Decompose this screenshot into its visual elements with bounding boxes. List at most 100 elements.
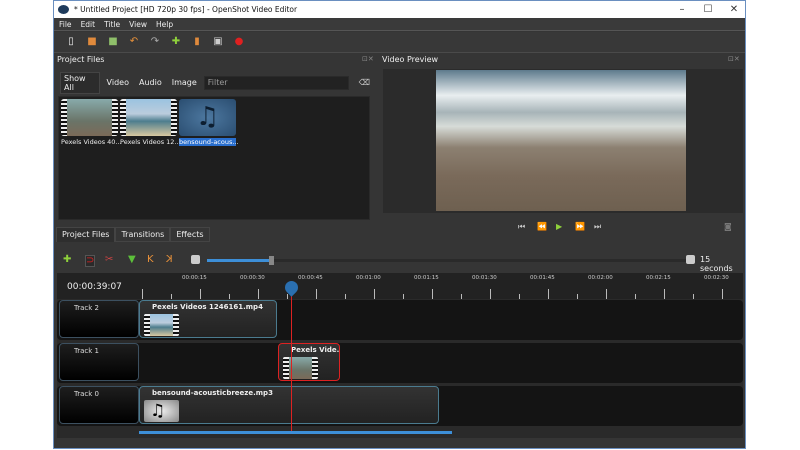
ruler-tick xyxy=(403,294,404,299)
film-strip-icon xyxy=(61,99,67,136)
rewind-icon[interactable]: ⏪ xyxy=(537,222,547,231)
window-title: * Untitled Project [HD 720p 30 fps] - Op… xyxy=(74,5,298,14)
filter-row: Show All Video Audio Image Filter ⌫ xyxy=(60,71,370,94)
fullscreen-icon[interactable]: ▣ xyxy=(213,37,223,47)
title-bar: * Untitled Project [HD 720p 30 fps] - Op… xyxy=(54,1,745,18)
track-label[interactable]: Track 2 xyxy=(59,300,139,338)
track-row: Track 2 Pexels Videos 1246161.mp4 xyxy=(57,300,743,340)
import-files-icon[interactable]: ✚ xyxy=(171,37,181,47)
ruler-label: 00:01:45 xyxy=(530,275,555,281)
menu-view[interactable]: View xyxy=(129,18,147,30)
timecode: 00:00:39:07 xyxy=(67,282,122,292)
open-project-icon[interactable]: ■ xyxy=(87,37,97,47)
zoom-slider-handle[interactable] xyxy=(269,256,275,265)
timeline-clip[interactable]: Pexels Vide... xyxy=(278,343,340,381)
add-marker-icon[interactable]: ▼ xyxy=(128,255,136,265)
timeline-clip[interactable]: bensound-acousticbreeze.mp3 ♫ xyxy=(139,386,439,424)
clip-name: Pexels Vide... xyxy=(291,346,340,354)
timeline-ruler[interactable]: 00:00:39:07 00:00:15 00:00:30 00:00:45 00:0… xyxy=(57,273,743,299)
ruler-tick xyxy=(287,294,288,299)
film-strip-icon xyxy=(171,99,177,136)
maximize-button[interactable]: ☐ xyxy=(696,1,720,18)
file-name: Pexels Videos 12... xyxy=(120,138,181,146)
undo-icon[interactable]: ↶ xyxy=(129,37,139,47)
music-note-icon: ♫ xyxy=(150,401,166,421)
jump-start-icon[interactable]: ⏮ xyxy=(518,222,525,232)
dock-close-icon[interactable]: ⊡✕ xyxy=(728,55,740,63)
file-item[interactable]: Pexels Videos 40... xyxy=(61,99,122,146)
video-thumbnail xyxy=(61,99,118,136)
track-row: Track 0 bensound-acousticbreeze.mp3 ♫ xyxy=(57,386,743,426)
menu-bar: File Edit Title View Help xyxy=(54,18,745,31)
ruler-tick xyxy=(258,289,259,299)
ruler-label: 00:01:30 xyxy=(472,275,497,281)
ruler-tick xyxy=(548,289,549,299)
razor-icon[interactable]: ✂ xyxy=(105,255,113,265)
ruler-label: 00:01:15 xyxy=(414,275,439,281)
fast-forward-icon[interactable]: ⏩ xyxy=(575,222,585,231)
dock-close-icon[interactable]: ⊡✕ xyxy=(362,55,374,63)
ruler-label: 00:02:00 xyxy=(588,275,613,281)
menu-title[interactable]: Title xyxy=(104,18,120,30)
profile-icon[interactable]: ▮ xyxy=(192,37,202,47)
filter-video[interactable]: Video xyxy=(104,77,132,88)
playhead-line[interactable] xyxy=(291,283,292,431)
clip-name: Pexels Videos 1246161.mp4 xyxy=(152,303,263,311)
ruler-label: 00:00:30 xyxy=(240,275,265,281)
ruler-tick xyxy=(577,294,578,299)
ruler-tick xyxy=(606,289,607,299)
ruler-tick xyxy=(693,294,694,299)
main-toolbar: ▯ ■ ■ ↶ ↷ ✚ ▮ ▣ ● xyxy=(54,32,745,53)
zoom-label: 15 seconds xyxy=(700,255,733,273)
track-label[interactable]: Track 1 xyxy=(59,343,139,381)
menu-file[interactable]: File xyxy=(59,18,72,30)
ruler-label: 00:01:00 xyxy=(356,275,381,281)
audio-thumbnail: ♫ xyxy=(144,400,179,422)
jump-end-icon[interactable]: ⏭ xyxy=(594,222,601,232)
file-item[interactable]: ♫ bensound-acous... xyxy=(179,99,239,146)
menu-edit[interactable]: Edit xyxy=(81,18,96,30)
previous-marker-icon[interactable]: K xyxy=(147,255,154,265)
menu-help[interactable]: Help xyxy=(156,18,173,30)
track-label[interactable]: Track 0 xyxy=(59,386,139,424)
ruler-label: 00:02:15 xyxy=(646,275,671,281)
filter-image[interactable]: Image xyxy=(169,77,200,88)
zoom-out-icon[interactable] xyxy=(191,255,200,264)
snapshot-icon[interactable]: ◙ xyxy=(724,222,732,231)
filter-input[interactable]: Filter xyxy=(203,75,349,90)
close-button[interactable]: ✕ xyxy=(722,1,746,18)
next-marker-icon[interactable]: K xyxy=(166,254,173,265)
zoom-slider-fill xyxy=(207,259,269,262)
file-name: Pexels Videos 40... xyxy=(61,138,122,146)
video-thumbnail xyxy=(283,357,318,379)
snapping-icon[interactable]: ⊃ xyxy=(85,255,96,267)
ruler-tick xyxy=(171,294,172,299)
tab-effects[interactable]: Effects xyxy=(170,227,210,242)
ruler-label: 00:00:45 xyxy=(298,275,323,281)
timeline-clip[interactable]: Pexels Videos 1246161.mp4 xyxy=(139,300,277,338)
ruler-tick xyxy=(635,294,636,299)
add-track-icon[interactable]: ✚ xyxy=(63,255,71,265)
ruler-tick xyxy=(722,289,723,299)
clear-filter-icon[interactable]: ⌫ xyxy=(359,78,370,87)
project-files-title: Project Files xyxy=(57,55,105,64)
save-project-icon[interactable]: ■ xyxy=(108,37,118,47)
zoom-slider[interactable] xyxy=(207,256,687,265)
ruler-tick xyxy=(374,289,375,299)
redo-icon[interactable]: ↷ xyxy=(150,37,160,47)
file-item[interactable]: Pexels Videos 12... xyxy=(120,99,181,146)
export-icon[interactable]: ● xyxy=(234,37,244,47)
video-preview-area xyxy=(383,69,743,213)
minimize-button[interactable]: – xyxy=(670,1,694,18)
new-project-icon[interactable]: ▯ xyxy=(66,37,76,47)
video-thumbnail xyxy=(144,314,179,336)
filter-show-all[interactable]: Show All xyxy=(60,71,100,94)
zoom-in-icon[interactable] xyxy=(686,255,695,264)
filter-audio[interactable]: Audio xyxy=(136,77,165,88)
tab-transitions[interactable]: Transitions xyxy=(115,227,171,242)
play-icon[interactable]: ▶ xyxy=(556,222,562,231)
audio-thumbnail: ♫ xyxy=(179,99,236,136)
horizontal-scrollbar[interactable] xyxy=(139,431,452,434)
tab-project-files[interactable]: Project Files xyxy=(56,227,116,242)
film-strip-icon xyxy=(120,99,126,136)
